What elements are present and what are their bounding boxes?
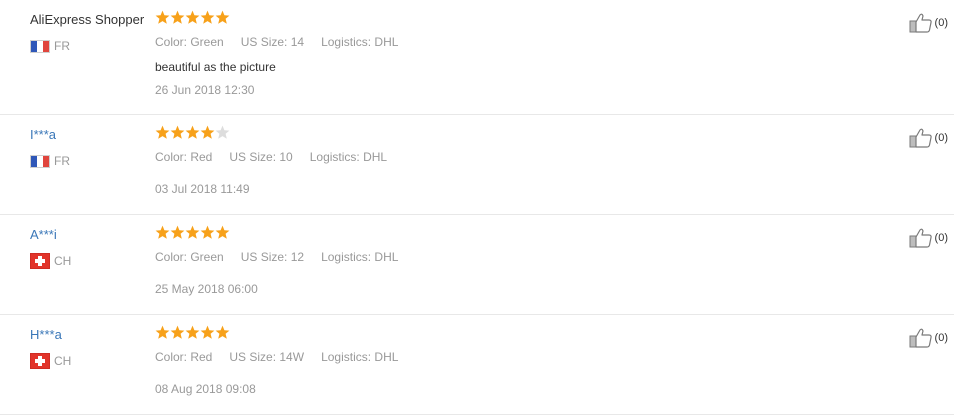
review-item: AliExpress Shopper FR Color: Green US Siz… (0, 0, 954, 115)
helpful-button[interactable]: (0) (909, 127, 948, 149)
helpful-count: (0) (934, 332, 948, 344)
review-date: 03 Jul 2018 11:49 (155, 182, 250, 196)
switzerland-flag-icon (30, 253, 50, 269)
review-item: I***a FR Color: Red US Size: 10 Logistics:… (0, 115, 954, 215)
order-info: Color: Red US Size: 10 Logistics: DHL (155, 150, 404, 164)
country-code: FR (54, 154, 70, 168)
star-filled-icon (185, 225, 200, 240)
review-date: 26 Jun 2018 12:30 (155, 83, 255, 97)
thumbs-up-icon[interactable] (909, 12, 933, 34)
star-filled-icon (215, 325, 230, 340)
reviewer-country: FR (30, 153, 70, 169)
order-info: Color: Red US Size: 14W Logistics: DHL (155, 350, 415, 364)
order-color: Color: Green (155, 35, 224, 49)
order-logistics: Logistics: DHL (321, 350, 399, 364)
order-color: Color: Green (155, 250, 224, 264)
order-size: US Size: 14W (229, 350, 305, 364)
reviewer-country: CH (30, 353, 71, 369)
review-item: H***a CH Color: Red US Size: 14W Logistics… (0, 315, 954, 415)
order-info: Color: Green US Size: 14 Logistics: DHL (155, 35, 415, 49)
review-text: beautiful as the picture (155, 60, 276, 74)
order-color: Color: Red (155, 350, 213, 364)
reviewer-name[interactable]: A***i (30, 227, 57, 243)
star-empty-icon (215, 125, 230, 140)
country-code: CH (54, 254, 72, 268)
star-rating (155, 125, 230, 143)
helpful-count: (0) (934, 132, 948, 144)
helpful-button[interactable]: (0) (909, 12, 948, 34)
order-info: Color: Green US Size: 12 Logistics: DHL (155, 250, 415, 264)
order-size: US Size: 12 (240, 250, 305, 264)
france-flag-icon (30, 39, 50, 53)
star-filled-icon (185, 325, 200, 340)
star-filled-icon (185, 10, 200, 25)
order-logistics: Logistics: DHL (321, 250, 399, 264)
reviewer-name[interactable]: I***a (30, 127, 56, 143)
order-color: Color: Red (155, 150, 213, 164)
review-date: 25 May 2018 06:00 (155, 282, 258, 296)
star-filled-icon (215, 225, 230, 240)
star-filled-icon (170, 125, 185, 140)
order-size: US Size: 14 (240, 35, 305, 49)
france-flag-icon (30, 154, 50, 168)
helpful-count: (0) (934, 232, 948, 244)
star-filled-icon (155, 10, 170, 25)
star-filled-icon (200, 325, 215, 340)
star-filled-icon (155, 125, 170, 140)
reviewer-name: AliExpress Shopper (30, 12, 145, 27)
helpful-button[interactable]: (0) (909, 227, 948, 249)
star-filled-icon (170, 10, 185, 25)
star-rating (155, 10, 230, 28)
helpful-count: (0) (934, 17, 948, 29)
star-rating (155, 325, 230, 343)
star-filled-icon (170, 225, 185, 240)
star-filled-icon (170, 325, 185, 340)
order-logistics: Logistics: DHL (309, 150, 388, 164)
star-filled-icon (200, 225, 215, 240)
country-code: CH (54, 354, 72, 368)
star-rating (155, 225, 230, 243)
thumbs-up-icon[interactable] (909, 127, 933, 149)
thumbs-up-icon[interactable] (909, 327, 933, 349)
star-filled-icon (155, 225, 170, 240)
order-logistics: Logistics: DHL (321, 35, 399, 49)
star-filled-icon (155, 325, 170, 340)
reviewer-country: FR (30, 38, 70, 54)
star-filled-icon (215, 10, 230, 25)
thumbs-up-icon[interactable] (909, 227, 933, 249)
order-size: US Size: 10 (229, 150, 293, 164)
review-date: 08 Aug 2018 09:08 (155, 382, 256, 396)
switzerland-flag-icon (30, 353, 50, 369)
reviewer-country: CH (30, 253, 71, 269)
star-filled-icon (200, 10, 215, 25)
star-filled-icon (185, 125, 200, 140)
star-filled-icon (200, 125, 215, 140)
helpful-button[interactable]: (0) (909, 327, 948, 349)
review-item: A***i CH Color: Green US Size: 12 Logistic… (0, 215, 954, 315)
country-code: FR (54, 39, 70, 53)
reviewer-name[interactable]: H***a (30, 327, 62, 343)
